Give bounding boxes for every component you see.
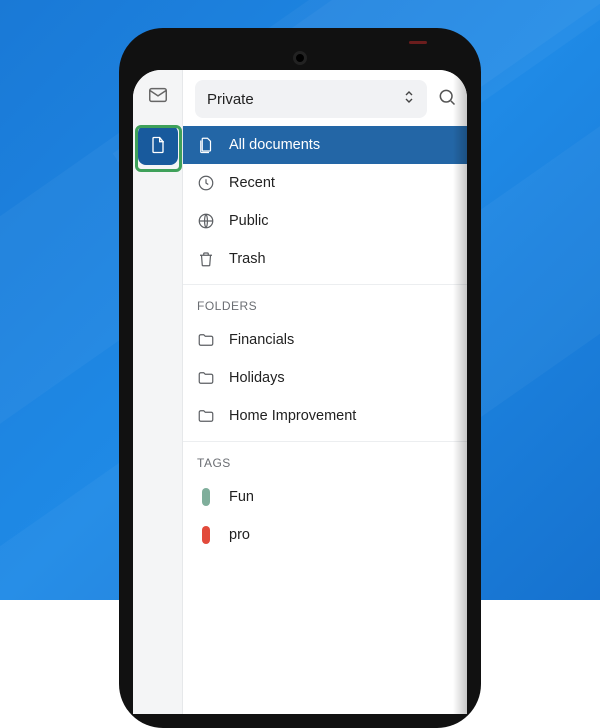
folder-item[interactable]: Holidays [183, 359, 467, 397]
tags-list: Fun pro [183, 478, 467, 554]
drawer-panel: Private All documents [183, 70, 467, 714]
search-icon[interactable] [437, 87, 457, 112]
workspace-selector[interactable]: Private [195, 80, 427, 118]
nav-recent[interactable]: Recent [183, 164, 467, 202]
tag-color-icon [197, 488, 215, 506]
chevron-up-down-icon [403, 89, 415, 109]
nav-item-label: All documents [229, 137, 320, 153]
workspace-selector-label: Private [207, 91, 254, 108]
folder-label: Home Improvement [229, 408, 356, 424]
nav-all-documents[interactable]: All documents [183, 126, 467, 164]
tag-label: Fun [229, 489, 254, 505]
phone-frame: Private All documents [119, 28, 481, 728]
app-sidebar [133, 70, 183, 714]
folders-list: Financials Holidays Home Improvement [183, 321, 467, 435]
folder-label: Holidays [229, 370, 285, 386]
nav-item-label: Recent [229, 175, 275, 191]
mail-icon[interactable] [147, 84, 169, 111]
nav-item-label: Trash [229, 251, 266, 267]
tag-color-icon [197, 526, 215, 544]
documents-icon [197, 136, 215, 154]
tag-item[interactable]: Fun [183, 478, 467, 516]
clock-icon [197, 174, 215, 192]
folders-header: FOLDERS [183, 284, 467, 321]
tag-item[interactable]: pro [183, 516, 467, 554]
phone-screen: Private All documents [133, 70, 467, 714]
documents-app-icon[interactable] [138, 125, 178, 165]
tag-label: pro [229, 527, 250, 543]
folder-icon [197, 407, 215, 425]
nav-item-label: Public [229, 213, 269, 229]
folder-item[interactable]: Home Improvement [183, 397, 467, 435]
globe-icon [197, 212, 215, 230]
nav-trash[interactable]: Trash [183, 240, 467, 278]
folder-item[interactable]: Financials [183, 321, 467, 359]
nav-list: All documents Recent Public [183, 126, 467, 278]
nav-public[interactable]: Public [183, 202, 467, 240]
folder-icon [197, 369, 215, 387]
folder-icon [197, 331, 215, 349]
folder-label: Financials [229, 332, 294, 348]
trash-icon [197, 250, 215, 268]
tags-header: TAGS [183, 441, 467, 478]
